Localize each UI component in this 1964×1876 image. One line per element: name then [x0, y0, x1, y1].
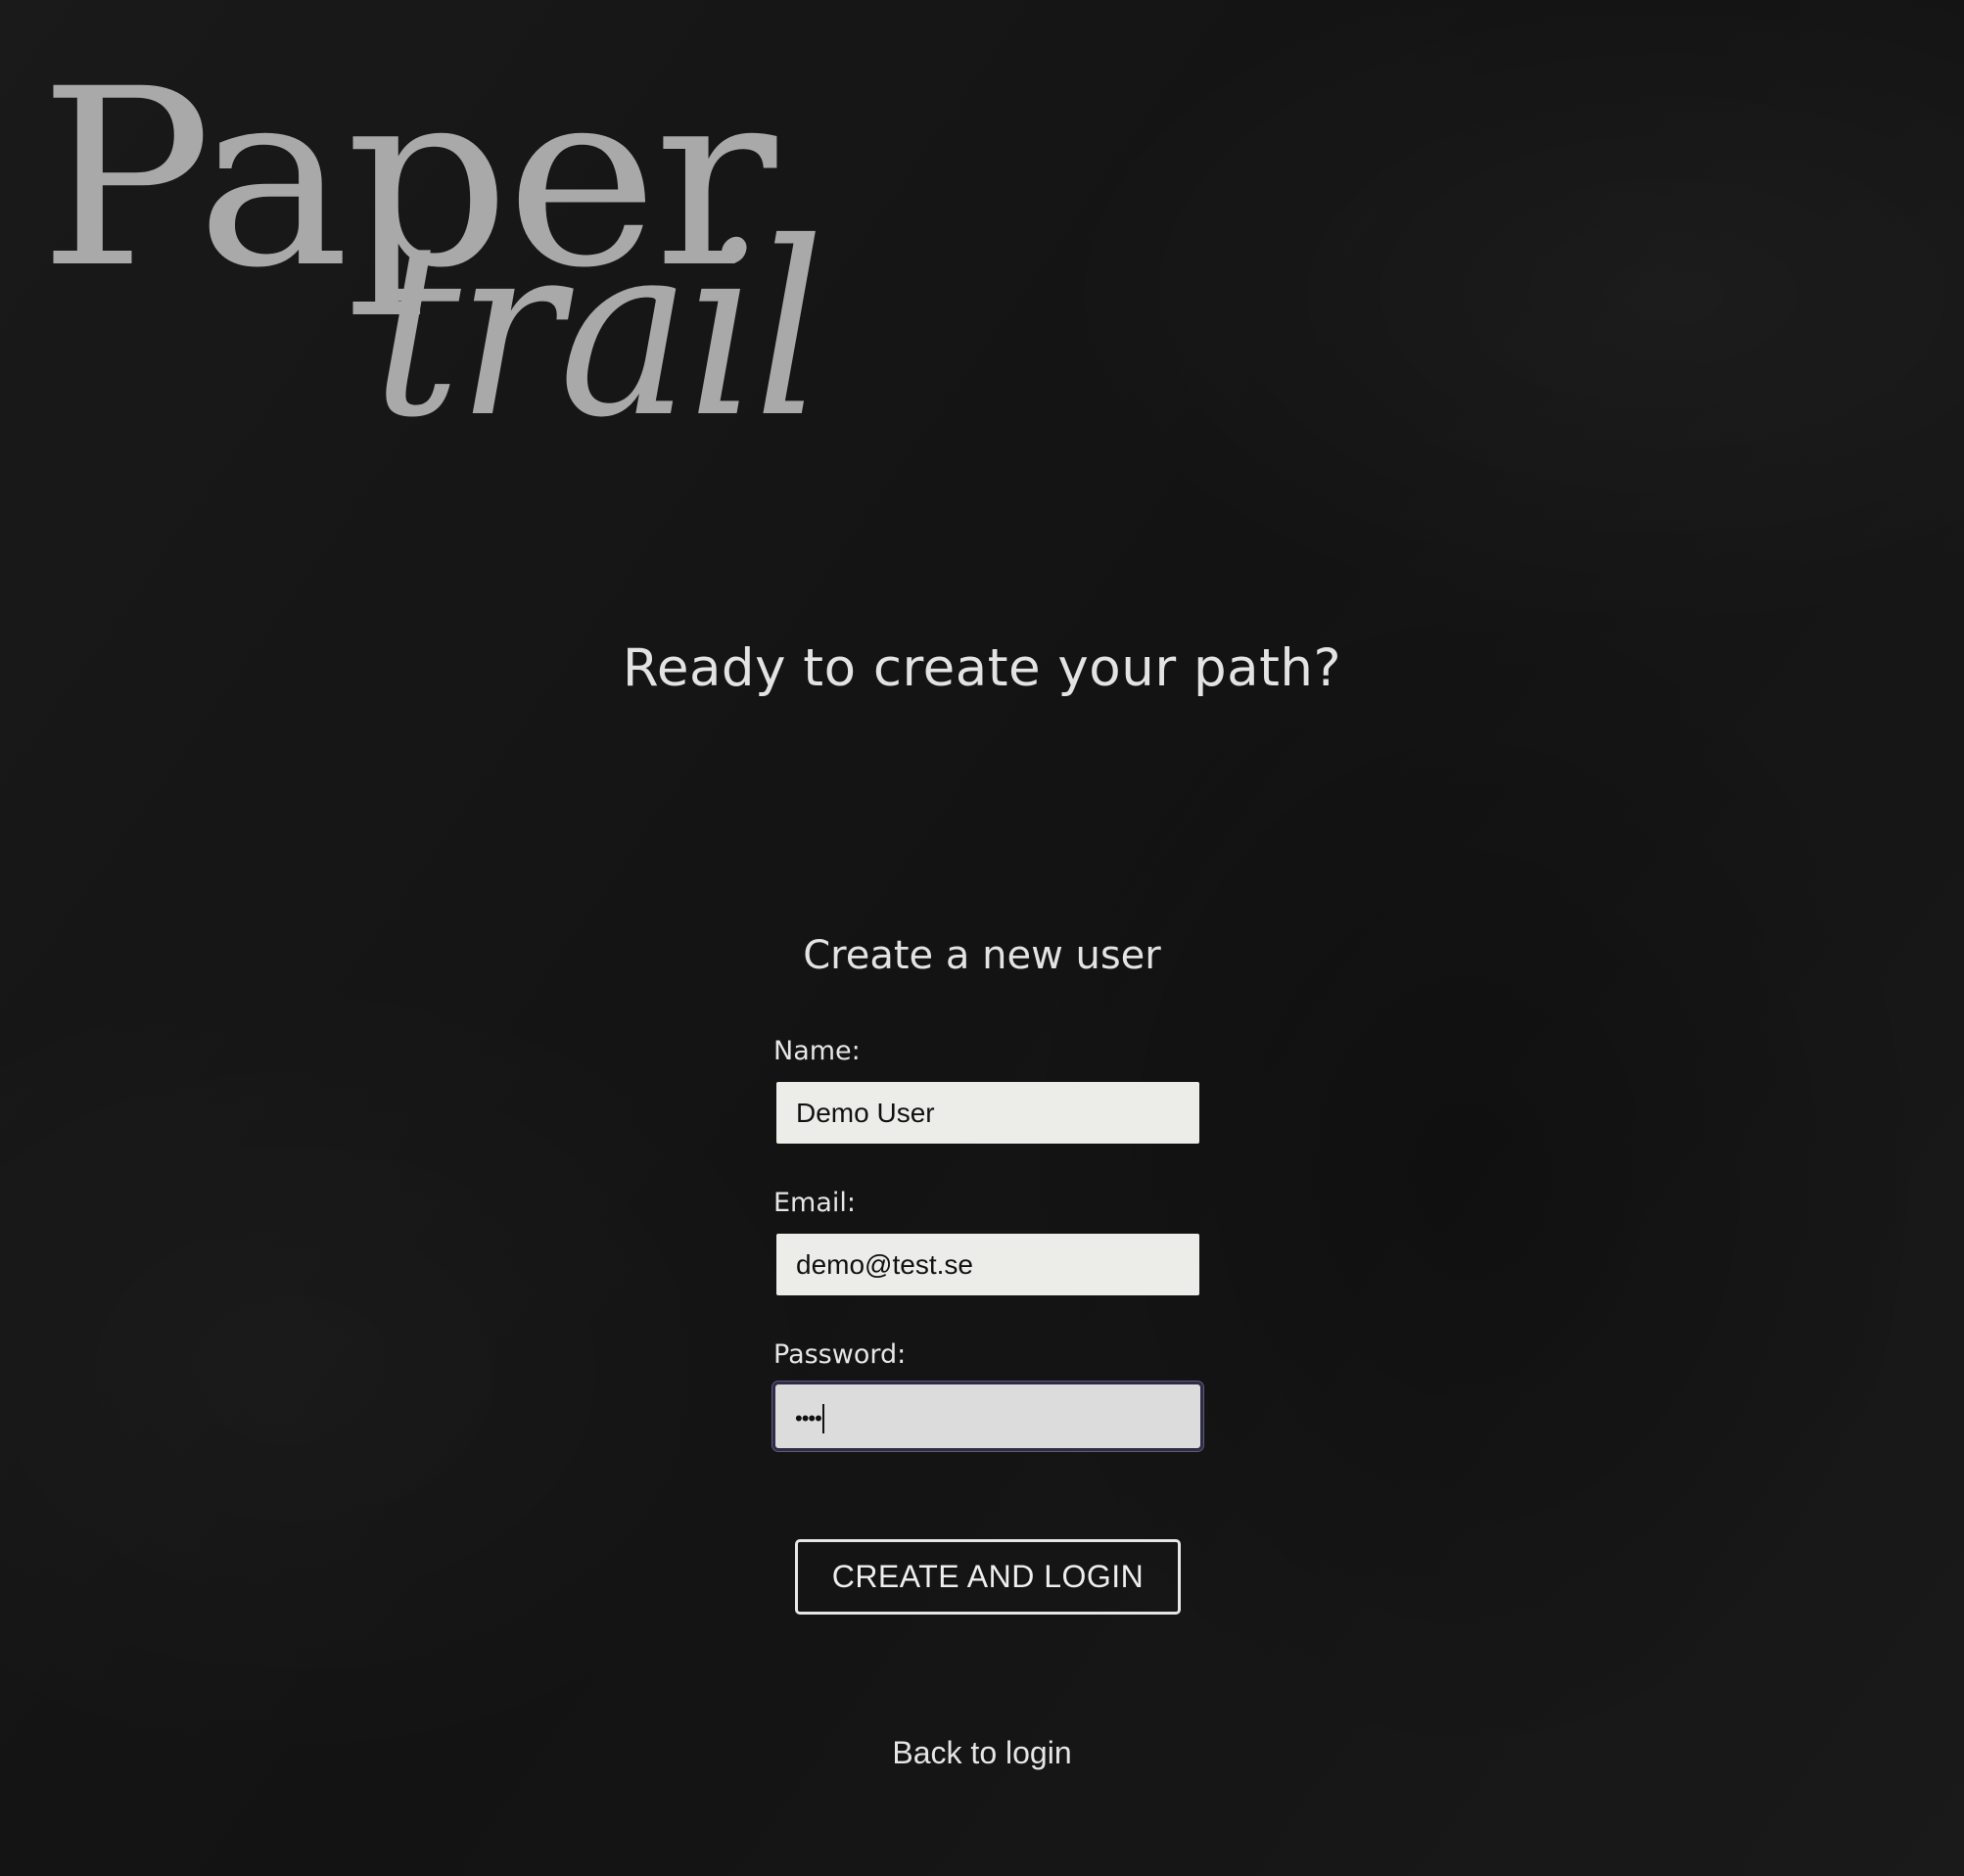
form-title: Create a new user: [803, 933, 1161, 978]
create-and-login-button[interactable]: CREATE AND LOGIN: [795, 1539, 1181, 1615]
logo-word-trail: trail: [372, 191, 824, 470]
back-to-login-link[interactable]: Back to login: [0, 1735, 1964, 1771]
password-label: Password:: [773, 1339, 907, 1370]
password-field-value: ••••: [795, 1406, 822, 1430]
text-caret: [821, 1403, 824, 1433]
page-headline: Ready to create your path?: [622, 638, 1342, 698]
password-field[interactable]: ••••: [772, 1382, 1203, 1451]
email-field-value: demo@test.se: [796, 1249, 973, 1280]
email-field[interactable]: demo@test.se: [776, 1234, 1199, 1295]
papertrail-logo: Paper trail: [39, 39, 881, 470]
email-label: Email:: [773, 1188, 857, 1218]
name-label: Name:: [773, 1036, 861, 1066]
name-field-value: Demo User: [796, 1098, 935, 1128]
name-field[interactable]: Demo User: [776, 1082, 1199, 1144]
